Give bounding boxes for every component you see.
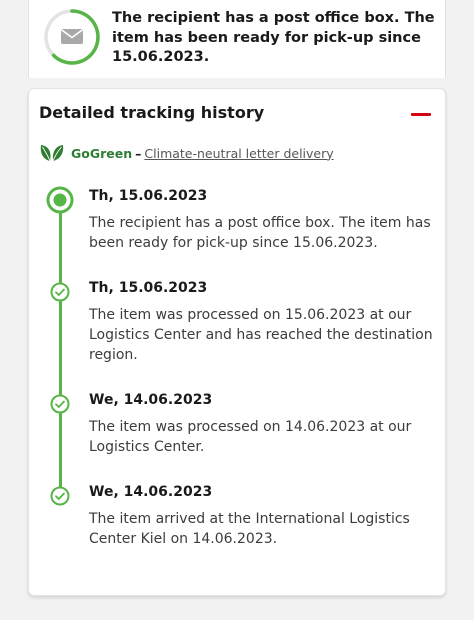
event-description: The item was processed on 14.06.2023 at …	[89, 419, 412, 455]
checkmark-icon	[50, 486, 70, 506]
minus-icon	[411, 113, 431, 116]
gogreen-row: GoGreen – Climate-neutral letter deliver…	[39, 143, 334, 163]
status-card: The recipient has a post office box. The…	[28, 0, 446, 78]
event-description: The recipient has a post office box. The…	[89, 215, 431, 251]
gogreen-label: GoGreen	[71, 145, 133, 161]
collapse-button[interactable]	[409, 104, 435, 126]
event-date: Th, 15.06.2023	[89, 188, 208, 204]
timeline-line	[59, 199, 62, 495]
event-description: The item was processed on 15.06.2023 at …	[89, 307, 433, 363]
event-date: We, 14.06.2023	[89, 392, 213, 408]
event-date: Th, 15.06.2023	[89, 280, 208, 296]
event-date: We, 14.06.2023	[89, 484, 213, 500]
status-message: The recipient has a post office box. The…	[112, 10, 435, 65]
status-progress-ring	[44, 9, 100, 65]
tracking-history-card: Detailed tracking history GoGreen – Clim…	[28, 88, 446, 596]
checkmark-icon	[50, 394, 70, 414]
leaf-icon	[40, 145, 64, 162]
checkmark-icon	[50, 282, 70, 302]
event-description: The item arrived at the International Lo…	[89, 511, 410, 547]
current-status-icon	[46, 186, 74, 214]
climate-neutral-link[interactable]: Climate-neutral letter delivery	[144, 146, 333, 161]
gogreen-dash: –	[135, 145, 142, 161]
envelope-icon	[61, 29, 83, 44]
history-title: Detailed tracking history	[39, 103, 265, 122]
